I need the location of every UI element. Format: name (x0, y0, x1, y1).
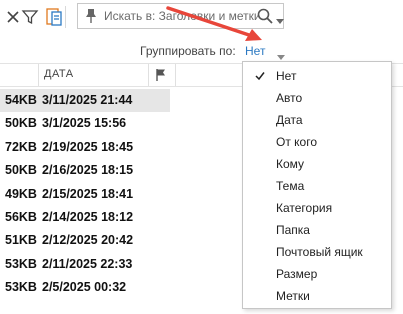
group-by-label: Группировать по: (140, 44, 236, 58)
date-cell: 2/19/2025 18:45 (42, 139, 134, 154)
menu-item-to[interactable]: Кому (243, 153, 391, 175)
toolbar: Искать в: Заголовки и метки (0, 0, 403, 36)
size-cell: 53KB (5, 280, 37, 295)
search-icon[interactable] (256, 7, 274, 25)
group-by-value[interactable]: Нет (245, 44, 265, 58)
flag-icon[interactable] (155, 68, 167, 82)
menu-item-label: Авто (276, 91, 303, 105)
menu-item-folder[interactable]: Папка (243, 219, 391, 241)
group-by-bar: Группировать по: Нет (0, 36, 403, 64)
date-column-header[interactable]: ДАТА (44, 68, 74, 80)
column-divider[interactable] (148, 64, 149, 86)
menu-item-label: Метки (276, 289, 310, 303)
date-cell: 3/11/2025 21:44 (42, 93, 133, 107)
chevron-down-icon[interactable] (277, 49, 285, 60)
menu-item-label: Нет (276, 69, 297, 83)
date-cell: 2/14/2025 18:12 (42, 209, 134, 224)
column-divider[interactable] (175, 64, 176, 86)
menu-item-none[interactable]: Нет (243, 65, 391, 87)
filter-icon[interactable] (19, 6, 41, 28)
menu-item-label: Категория (276, 201, 333, 215)
date-cell: 3/1/2025 15:56 (42, 116, 127, 131)
menu-item-label: От кого (276, 135, 318, 149)
column-divider[interactable] (38, 64, 39, 86)
date-cell: 2/5/2025 00:32 (42, 280, 127, 295)
menu-item-mailbox[interactable]: Почтовый ящик (243, 241, 391, 263)
menu-item-date[interactable]: Дата (243, 109, 391, 131)
group-by-menu: Нет Авто Дата От кого Кому Тема Категори… (242, 61, 392, 309)
size-cell: 49KB (5, 186, 37, 201)
checkmark-icon (255, 70, 265, 81)
search-box[interactable]: Искать в: Заголовки и метки (77, 3, 284, 29)
menu-item-label: Почтовый ящик (276, 245, 363, 259)
size-cell: 54KB (5, 93, 37, 107)
date-cell: 2/11/2025 22:33 (42, 256, 133, 271)
size-cell: 51KB (5, 233, 37, 248)
table-row[interactable]: 54KB 3/11/2025 21:44 (0, 89, 170, 113)
menu-item-label: Дата (276, 113, 303, 127)
menu-item-label: Кому (276, 157, 305, 171)
menu-item-auto[interactable]: Авто (243, 87, 391, 109)
toolbar-separator (65, 6, 66, 28)
search-input[interactable]: Искать в: Заголовки и метки (104, 9, 258, 23)
menu-item-label: Папка (276, 223, 310, 237)
menu-item-tags[interactable]: Метки (243, 285, 391, 307)
date-cell: 2/16/2025 18:15 (42, 163, 134, 178)
menu-item-label: Размер (276, 267, 318, 281)
menu-item-label: Тема (276, 179, 305, 193)
menu-item-subject[interactable]: Тема (243, 175, 391, 197)
menu-item-from[interactable]: От кого (243, 131, 391, 153)
size-cell: 56KB (5, 209, 37, 224)
pin-icon[interactable] (84, 8, 98, 24)
size-cell: 53KB (5, 256, 37, 271)
date-cell: 2/12/2025 20:42 (42, 233, 134, 248)
size-cell: 50KB (5, 116, 37, 131)
categories-icon[interactable] (43, 6, 65, 28)
menu-item-category[interactable]: Категория (243, 197, 391, 219)
date-cell: 2/15/2025 18:41 (42, 186, 134, 201)
size-cell: 50KB (5, 163, 37, 178)
chevron-down-icon[interactable] (276, 14, 284, 24)
size-cell: 72KB (5, 139, 37, 154)
menu-item-size[interactable]: Размер (243, 263, 391, 285)
